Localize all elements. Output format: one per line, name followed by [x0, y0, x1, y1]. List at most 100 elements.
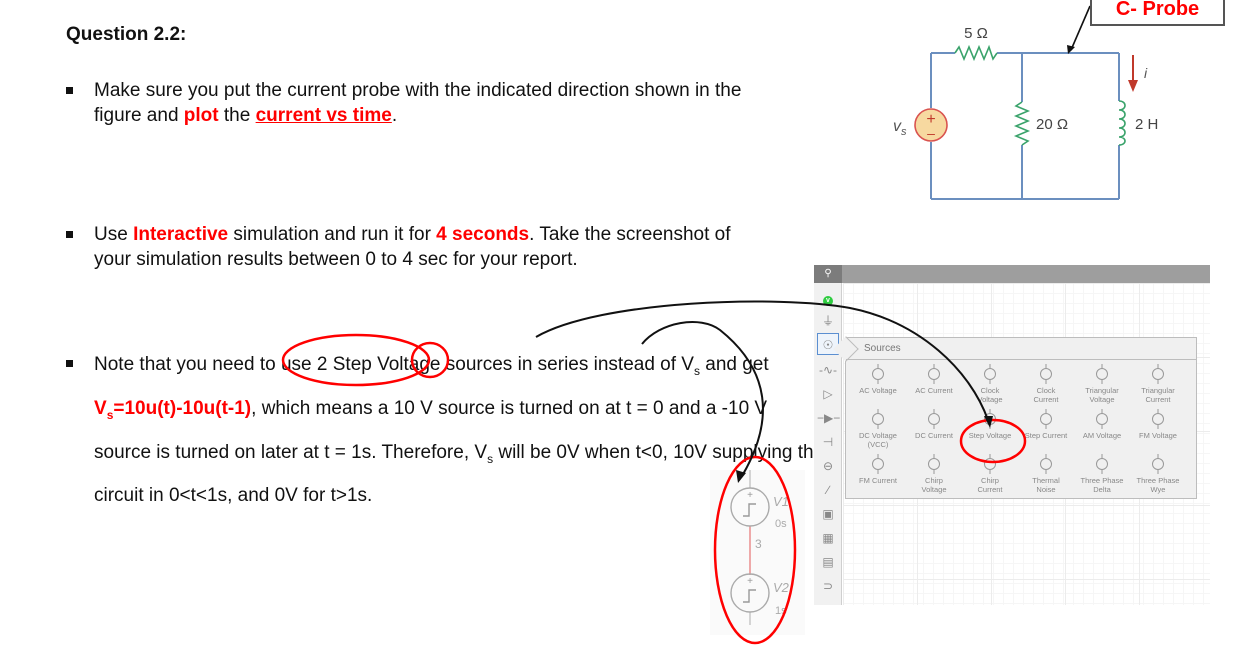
source-item[interactable]: DC Voltage (VCC)	[850, 409, 906, 449]
text-series: series	[537, 354, 589, 375]
source-item[interactable]: Clock Current	[1018, 364, 1074, 404]
source-label: FM Voltage	[1139, 431, 1177, 440]
current-arrow-icon	[1128, 80, 1138, 92]
resistor-icon[interactable]: -∿-	[817, 359, 839, 381]
source-label: Chirp	[925, 476, 943, 485]
source-item[interactable]: Step Current	[1018, 409, 1074, 440]
source-label: AC Voltage	[859, 386, 897, 395]
source-item[interactable]: FM Current	[850, 454, 906, 485]
source-label: Triangular	[1085, 386, 1119, 395]
highlight-4-seconds: 4 seconds	[436, 224, 530, 245]
c-probe-label: C- Probe	[1090, 0, 1225, 26]
node-label: 3	[755, 537, 762, 551]
source-label: Clock	[1036, 386, 1056, 395]
source-symbol-icon	[1040, 409, 1052, 429]
label-2h: 2 H	[1135, 116, 1158, 133]
ground-icon[interactable]: ⏚	[817, 310, 839, 332]
diode-icon[interactable]: −▶−	[817, 407, 840, 429]
voltage-probe-icon[interactable]: v	[817, 287, 839, 309]
source-label-line2: Voltage	[977, 395, 1003, 404]
formula-v: V	[94, 397, 107, 419]
lamp-icon[interactable]: ⊖	[817, 455, 839, 477]
source-label-line2: Current	[977, 485, 1003, 494]
step-sources-schematic: + V1 0s 3 + V2 1s	[710, 470, 805, 635]
source-label-line2: Wye	[1150, 485, 1166, 494]
relay-icon[interactable]: ▤	[817, 551, 839, 573]
text: instead of V	[588, 354, 694, 375]
probe-pointer-line	[1070, 5, 1091, 51]
transistor-icon[interactable]: ⊣	[817, 431, 839, 453]
text: Use	[94, 224, 134, 245]
highlight-interactive: Interactive	[133, 224, 229, 245]
highlight-current-vs-time: current vs time	[255, 105, 392, 126]
amplifier-icon[interactable]: ▷	[817, 383, 839, 405]
minus-sign: –	[927, 125, 935, 141]
source-item[interactable]: DC Current	[906, 409, 962, 440]
source-symbol-icon	[984, 409, 996, 429]
source-symbol-icon	[872, 409, 884, 429]
source-label-line2: (VCC)	[867, 440, 889, 449]
source-item[interactable]: Three Phase Wye	[1130, 454, 1186, 494]
source-symbol-icon	[1152, 454, 1164, 474]
source-label: DC Voltage	[859, 431, 897, 440]
source-symbol-icon	[1152, 364, 1164, 384]
text: simulation and run it for	[228, 224, 437, 245]
source-symbol-icon	[984, 454, 996, 474]
label-vs: vs	[893, 118, 907, 138]
sources-panel-title: Sources	[846, 338, 1196, 360]
switch-icon[interactable]: ∕	[817, 479, 839, 501]
bullet-marker	[66, 87, 73, 94]
resistor-20-ohm	[1013, 101, 1031, 146]
label-5-ohm: 5 Ω	[964, 25, 988, 42]
source-item[interactable]: Clock Voltage	[962, 364, 1018, 404]
v1-label: V1	[773, 494, 789, 509]
source-symbol-icon	[1096, 409, 1108, 429]
highlight-plot: plot	[183, 105, 219, 126]
source-item[interactable]: Triangular Current	[1130, 364, 1186, 404]
ic-icon[interactable]: ▣	[817, 503, 839, 525]
source-label-line2: Voltage	[921, 485, 947, 494]
text: .	[391, 105, 398, 126]
bullet-marker	[66, 360, 73, 367]
text-2-step-voltage-sources: 2 Step Voltage sources	[316, 354, 513, 375]
source-symbol-icon	[984, 364, 996, 384]
inductor-2h	[1118, 100, 1126, 146]
circuit-diagram: + – vs 5 Ω 20 Ω 2 H i	[893, 5, 1158, 200]
source-item[interactable]: AC Voltage	[850, 364, 906, 395]
source-symbol-icon	[928, 364, 940, 384]
search-icon[interactable]: ⚲	[814, 265, 842, 283]
source-item[interactable]: Triangular Voltage	[1074, 364, 1130, 404]
source-item[interactable]: Thermal Noise	[1018, 454, 1074, 494]
source-item[interactable]: AM Voltage	[1074, 409, 1130, 440]
source-item[interactable]: FM Voltage	[1130, 409, 1186, 440]
formula: Vs=10u(t)-10u(t-1)	[94, 397, 251, 422]
text: Note that you need to use	[94, 354, 317, 375]
text: in	[512, 354, 538, 375]
svg-text:+: +	[747, 490, 753, 501]
question-title: Question 2.2:	[66, 24, 187, 45]
source-label: AM Voltage	[1082, 431, 1122, 440]
bullet-simulation-instruction: Use Interactive simulation and run it fo…	[66, 222, 766, 272]
source-label: Three Phase	[1080, 476, 1124, 485]
ic2-icon[interactable]: ▦	[817, 527, 839, 549]
source-item[interactable]: Step Voltage	[962, 409, 1018, 440]
bullet-probe-instruction: Make sure you put the current probe with…	[66, 78, 766, 128]
source-label-line2: Noise	[1036, 485, 1056, 494]
logic-gate-icon[interactable]: ⊃	[817, 575, 839, 597]
v1-delay: 0s	[775, 518, 787, 530]
resistor-5-ohm	[954, 44, 998, 62]
svg-text:+: +	[747, 576, 753, 587]
source-label-line2: Voltage	[1089, 395, 1115, 404]
source-item[interactable]: Three Phase Delta	[1074, 454, 1130, 494]
source-item[interactable]: Chirp Voltage	[906, 454, 962, 494]
label-i: i	[1144, 65, 1148, 81]
source-label: DC Current	[915, 431, 953, 440]
text: and get	[699, 354, 769, 375]
source-label-line2: Current	[1033, 395, 1059, 404]
source-item[interactable]: Chirp Current	[962, 454, 1018, 494]
source-label: Step Voltage	[968, 431, 1012, 440]
source-label: Step Current	[1024, 431, 1068, 440]
source-item[interactable]: AC Current	[906, 364, 962, 395]
bullet-marker	[66, 231, 73, 238]
source-symbol-icon	[1096, 454, 1108, 474]
